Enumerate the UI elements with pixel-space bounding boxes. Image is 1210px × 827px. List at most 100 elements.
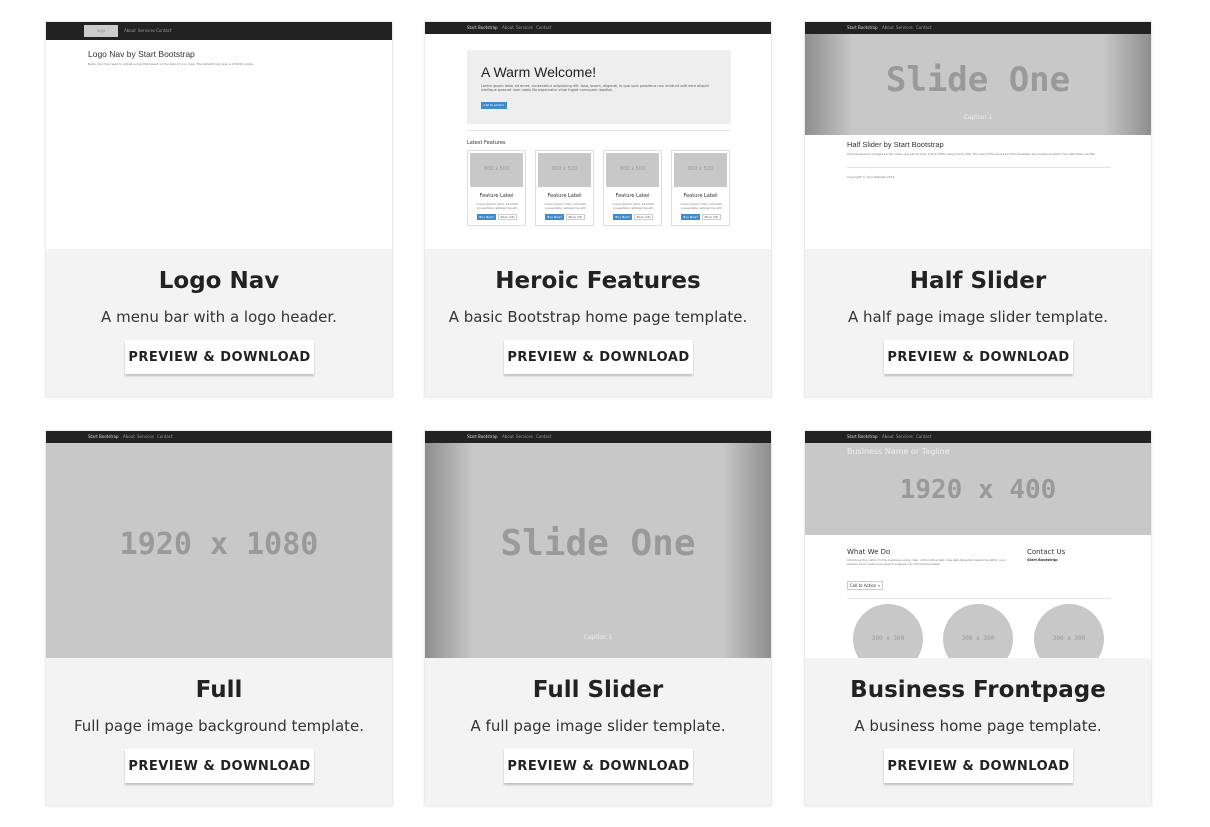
mock-placeholder-text: 1920 x 400	[899, 475, 1057, 505]
mock-more-label: More Info	[568, 215, 583, 219]
mock-feature-image-text: 800 x 500	[619, 166, 646, 172]
mock-what-heading: What We Do	[847, 548, 891, 556]
mock-welcome-heading: A Warm Welcome!	[481, 64, 597, 80]
mock-nav-item: Services	[896, 434, 913, 439]
mock-feature-image-text: 800 x 500	[551, 166, 578, 172]
mock-more-label: More Info	[636, 215, 651, 219]
mock-more-button: More Info	[702, 214, 721, 220]
template-card-full-slider: Start Bootstrap About Services Contact S…	[424, 430, 772, 806]
mock-cta-button: Call to action!	[481, 102, 507, 109]
mock-buy-button: Buy Now!	[477, 214, 496, 220]
preview-download-button[interactable]: PREVIEW & DOWNLOAD	[504, 340, 693, 374]
card-title: Full	[195, 677, 243, 703]
mock-feature-card: 800 x 500 Feature Label Lorem ipsum dolo…	[603, 150, 662, 226]
mock-what-text: Introduce the visitor to the business us…	[847, 558, 1006, 566]
mock-slide-title: Slide One	[500, 523, 696, 564]
mock-buy-label: Buy Now!	[479, 215, 494, 219]
mock-nav-item: Contact	[536, 25, 552, 30]
mock-navbar: Start Bootstrap About Services Contact	[425, 431, 771, 443]
mock-header-image: Business Name or Tagline 1920 x 400	[805, 431, 1151, 535]
template-card-half-slider: Slide One Caption 1 Start Bootstrap Abou…	[804, 21, 1152, 397]
card-description: A basic Bootstrap home page template.	[448, 308, 748, 326]
mock-feature-label: Feature Label	[615, 193, 650, 199]
card-description: A half page image slider template.	[848, 308, 1108, 326]
mock-slide-title: Slide One	[885, 60, 1071, 100]
mock-brand: Start Bootstrap	[467, 25, 498, 30]
template-card-logo-nav: logo About Services Contact Logo Nav by …	[45, 21, 393, 397]
mock-feature-image-text: 800 x 500	[483, 166, 510, 172]
card-title: Business Frontpage	[850, 677, 1106, 703]
mock-latest-heading: Latest Features	[467, 140, 506, 146]
card-description: A full page image slider template.	[470, 717, 726, 735]
template-card-full: Start Bootstrap About Services Contact 1…	[45, 430, 393, 806]
mock-feature-text: Lorem ipsum dolor sit amet, consectetur …	[612, 202, 655, 210]
thumbnail[interactable]: Start Bootstrap About Services Contact S…	[425, 431, 771, 658]
mock-feature-image: 800 x 500	[606, 153, 659, 187]
mock-nav-item: Contact	[916, 25, 932, 30]
mock-nav-item: Contact	[916, 434, 932, 439]
mock-nav-item: About	[502, 434, 514, 439]
mock-logo-text: logo	[96, 28, 106, 33]
mock-navbar: Start Bootstrap About Services Contact	[805, 22, 1151, 34]
preview-download-button[interactable]: PREVIEW & DOWNLOAD	[125, 749, 314, 783]
mock-feature-image: 800 x 500	[538, 153, 591, 187]
mock-welcome-text: Lorem ipsum dolor sit amet, consectetur …	[481, 84, 709, 92]
mock-navbar: logo About Services Contact	[46, 22, 392, 40]
mock-text: The background images for the slider are…	[847, 152, 1096, 156]
card-title: Half Slider	[909, 268, 1047, 294]
mock-feature-image: 800 x 500	[674, 153, 727, 187]
mock-feature-card: 800 x 500 Feature Label Lorem ipsum dolo…	[535, 150, 594, 226]
mock-feature-text: Lorem ipsum dolor sit amet, consectetur …	[544, 202, 587, 210]
template-card-business-frontpage: Business Name or Tagline 1920 x 400 Star…	[804, 430, 1152, 806]
mock-footer: Copyright © Your Website 2014	[847, 175, 895, 179]
card-title: Heroic Features	[495, 268, 701, 294]
mock-feature-label: Feature Label	[547, 193, 582, 199]
mock-brand: Start Bootstrap	[847, 434, 878, 439]
mock-buy-button: Buy Now!	[613, 214, 632, 220]
mock-circle-text: 300 x 300	[1052, 635, 1086, 642]
mock-circle-image: 300 x 300	[943, 604, 1013, 658]
mock-tagline: Business Name or Tagline	[847, 447, 950, 456]
thumbnail[interactable]: logo About Services Contact Logo Nav by …	[46, 22, 392, 249]
mock-nav-item: About	[502, 25, 514, 30]
mock-logo: logo	[84, 25, 118, 37]
mock-jumbotron: A Warm Welcome! Lorem ipsum dolor sit am…	[467, 50, 731, 124]
mock-nav-item: Services	[896, 25, 913, 30]
mock-feature-text: Lorem ipsum dolor sit amet, consectetur …	[476, 202, 519, 210]
mock-circle-image: 300 x 300	[1034, 604, 1104, 658]
divider	[847, 167, 1111, 168]
mock-nav-item: Contact	[156, 28, 172, 33]
card-title: Full Slider	[532, 677, 664, 703]
mock-feature-card: 800 x 500 Feature Label Lorem ipsum dolo…	[671, 150, 730, 226]
preview-download-button[interactable]: PREVIEW & DOWNLOAD	[504, 749, 693, 783]
mock-feature-image: 800 x 500	[470, 153, 523, 187]
mock-more-label: More Info	[500, 215, 515, 219]
template-card-heroic-features: Start Bootstrap About Services Contact A…	[424, 21, 772, 397]
mock-slide-caption: Caption 1	[963, 114, 993, 121]
thumbnail[interactable]: Slide One Caption 1 Start Bootstrap Abou…	[805, 22, 1151, 249]
thumbnail[interactable]: Business Name or Tagline 1920 x 400 Star…	[805, 431, 1151, 658]
mock-nav-item: About	[882, 25, 894, 30]
mock-buy-label: Buy Now!	[615, 215, 630, 219]
mock-feature-label: Feature Label	[683, 193, 718, 199]
divider	[467, 130, 731, 131]
mock-nav-item: Contact	[157, 434, 173, 439]
mock-slide-caption: Caption 1	[583, 634, 613, 641]
mock-more-button: More Info	[498, 214, 517, 220]
mock-heading: Half Slider by Start Bootstrap	[847, 140, 944, 149]
mock-circle-text: 300 x 300	[871, 635, 905, 642]
mock-slider: Slide One Caption 1	[805, 22, 1151, 135]
thumbnail[interactable]: Start Bootstrap About Services Contact A…	[425, 22, 771, 249]
mock-placeholder-text: 1920 x 1080	[119, 527, 319, 562]
mock-buy-label: Buy Now!	[547, 215, 562, 219]
preview-download-button[interactable]: PREVIEW & DOWNLOAD	[884, 749, 1073, 783]
mock-note: Note: You may need to adjust some CSS ba…	[88, 62, 254, 66]
mock-circle-image: 300 x 300	[853, 604, 923, 658]
thumbnail[interactable]: Start Bootstrap About Services Contact 1…	[46, 431, 392, 658]
card-description: A menu bar with a logo header.	[101, 308, 337, 326]
mock-buy-button: Buy Now!	[681, 214, 700, 220]
preview-download-button[interactable]: PREVIEW & DOWNLOAD	[125, 340, 314, 374]
mock-navbar: Start Bootstrap About Services Contact	[805, 431, 1151, 443]
preview-download-button[interactable]: PREVIEW & DOWNLOAD	[884, 340, 1073, 374]
mock-circle-text: 300 x 300	[961, 635, 995, 642]
